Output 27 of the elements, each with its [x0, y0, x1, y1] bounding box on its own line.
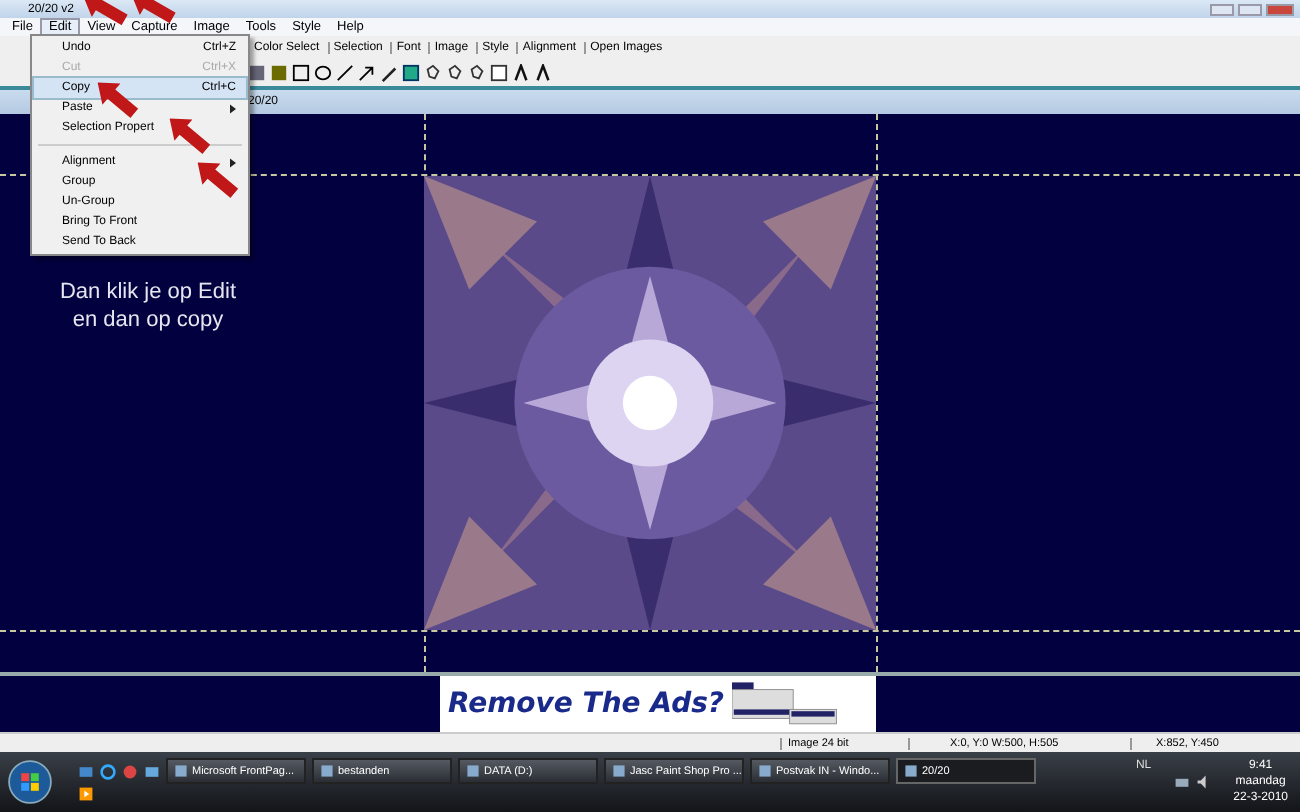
play-icon[interactable]	[78, 785, 94, 801]
window-icon	[612, 764, 626, 778]
ellipse-icon[interactable]	[314, 63, 332, 81]
window-icon	[904, 764, 918, 778]
window-icon	[466, 764, 480, 778]
line-icon[interactable]	[336, 63, 354, 81]
window-icon	[320, 764, 334, 778]
volume-icon[interactable]	[1195, 774, 1212, 790]
advertisement-banner[interactable]: Remove The Ads?	[440, 676, 876, 732]
window-icon	[174, 764, 188, 778]
desktop-icon[interactable]	[144, 763, 160, 779]
rectangle-icon[interactable]	[292, 63, 310, 81]
window-icon	[758, 764, 772, 778]
start-button[interactable]	[8, 760, 52, 804]
ad-text: Remove The Ads?	[448, 688, 725, 720]
arrow-icon[interactable]	[358, 63, 376, 81]
submenu-arrow-icon	[230, 157, 236, 167]
canvas-text: Dan klik je op Edit	[59, 278, 237, 306]
browser-icon[interactable]	[100, 763, 116, 779]
media-icon[interactable]	[122, 763, 138, 779]
submenu-arrow-icon	[230, 103, 236, 113]
network-icon[interactable]	[1173, 774, 1190, 790]
text-icon[interactable]	[490, 63, 508, 81]
monitor-icon[interactable]	[78, 763, 94, 779]
canvas-text: en dan op copy	[72, 306, 224, 334]
menu-drawing	[732, 682, 841, 726]
close-button[interactable]	[1266, 3, 1294, 15]
